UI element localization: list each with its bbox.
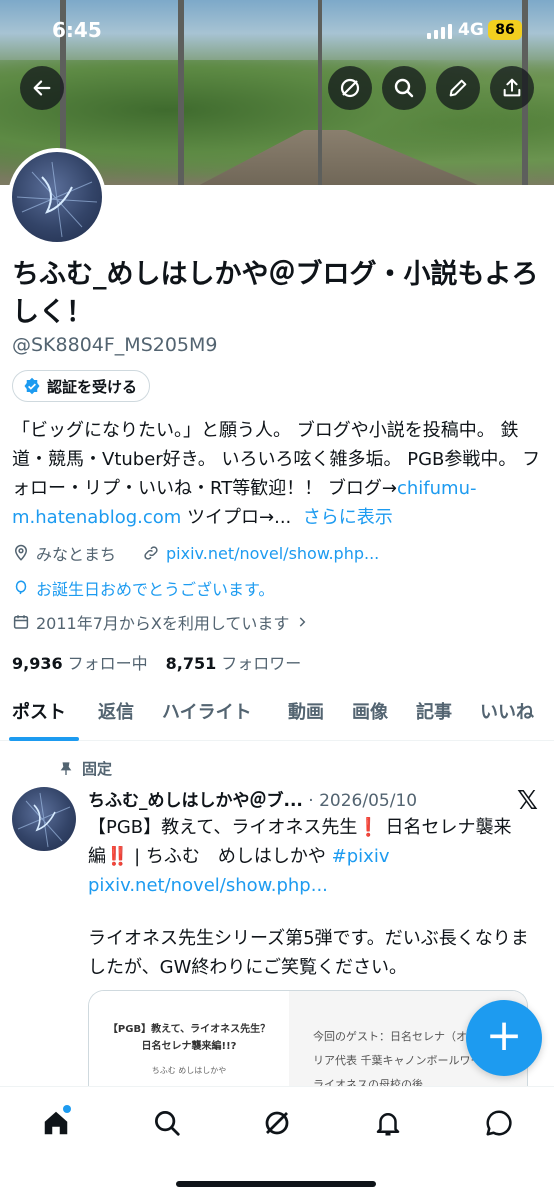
pinned-indicator: 固定 [58, 758, 112, 779]
card-author: ちふむ めしはしかや [151, 1066, 227, 1075]
post-body-after: | ちふむ めしはしかや [128, 846, 332, 867]
pin-icon [60, 761, 72, 775]
post-hashtag[interactable]: #pixiv [332, 846, 390, 867]
following-count: 9,936 [12, 654, 63, 673]
share-button[interactable] [490, 66, 534, 110]
x-logo-icon: 𝕏 [517, 786, 538, 816]
back-button[interactable] [20, 66, 64, 110]
post-link[interactable]: pixiv.net/novel/show.php... [88, 875, 328, 896]
nav-notifications[interactable] [370, 1105, 406, 1141]
double-exclamation-icon: ‼️ [106, 846, 129, 867]
tab-likes[interactable]: いいね [480, 698, 534, 724]
search-icon [394, 78, 414, 98]
post-header: ちふむ_めしはしかや＠ブ... · 2026/05/10 [88, 786, 508, 811]
calendar-icon [13, 615, 29, 629]
display-name: ちふむ_めしはしかや＠ブログ・小説もよろしく！ [12, 259, 539, 328]
active-tab-indicator [9, 737, 79, 741]
exclamation-icon: ❗ [357, 817, 380, 838]
tab-highlights[interactable]: ハイライト [162, 698, 252, 724]
joined-row[interactable]: 2011年7月からXを利用しています [12, 610, 309, 634]
edit-button[interactable] [436, 66, 480, 110]
avatar-art [17, 792, 71, 848]
profile-bio: 「ビッグになりたい。」と願う人。 ブログや小説を投稿中。 鉄道・競馬・Vtube… [12, 416, 544, 532]
nav-messages[interactable] [481, 1105, 517, 1141]
nav-home[interactable] [38, 1105, 74, 1141]
profile-tabs: ポスト 返信 ハイライト 動画 画像 記事 いいね [0, 690, 554, 741]
nav-grok[interactable] [259, 1105, 295, 1141]
grok-icon [265, 1111, 289, 1135]
profile-avatar[interactable] [8, 148, 106, 246]
profile-meta-row: みなとまち pixiv.net/novel/show.php... [12, 541, 379, 565]
tab-replies[interactable]: 返信 [98, 698, 134, 724]
nav-search[interactable] [149, 1105, 185, 1141]
share-icon [503, 78, 521, 97]
home-indicator [176, 1181, 376, 1187]
location-text: みなとまち [36, 545, 117, 564]
post-avatar[interactable] [12, 787, 76, 851]
card-title: 【PGB】教えて、ライオネス先生？ 日名セレナ襲来編!!? [107, 1024, 271, 1052]
back-arrow-icon [33, 80, 51, 96]
post-text: 【PGB】教えて、ライオネス先生❗ 日名セレナ襲来編‼️ | ちふむ めしはしか… [88, 813, 540, 900]
following-label: フォロー中 [67, 654, 148, 673]
post-author[interactable]: ちふむ_めしはしかや＠ブ... [88, 791, 303, 811]
pinned-label: 固定 [82, 760, 113, 778]
tab-posts[interactable]: ポスト [12, 698, 66, 724]
status-time: 6:45 [52, 18, 102, 42]
link-icon [144, 546, 158, 560]
get-verified-button[interactable]: 認証を受ける [12, 370, 151, 402]
signal-icon [427, 24, 452, 39]
website-link[interactable]: pixiv.net/novel/show.php... [166, 544, 379, 563]
followers-label: フォロワー [221, 654, 302, 673]
follow-stats: 9,936 フォロー中 8,751 フォロワー [12, 650, 301, 674]
tab-videos[interactable]: 動画 [288, 698, 324, 724]
verified-badge-icon [24, 377, 40, 395]
tab-articles[interactable]: 記事 [416, 698, 452, 724]
avatar-art [16, 161, 98, 238]
status-bar: 6:45 4G 86 [0, 0, 554, 58]
location-icon [14, 544, 28, 561]
bio-tail: ツイプロ→... [181, 507, 292, 528]
network-type: 4G [458, 20, 484, 40]
notification-dot [63, 1105, 71, 1113]
message-icon [486, 1110, 512, 1136]
bell-icon [376, 1113, 400, 1136]
link-card-cover: 【PGB】教えて、ライオネス先生？ 日名セレナ襲来編!!? ちふむ めしはしかや [89, 991, 289, 1090]
balloon-icon [15, 580, 27, 595]
following-stat[interactable]: 9,936 フォロー中 [12, 650, 148, 674]
followers-stat[interactable]: 8,751 フォロワー [166, 650, 302, 674]
compose-button[interactable]: + [466, 1000, 542, 1076]
tab-images[interactable]: 画像 [352, 698, 388, 724]
post-text-2: ライオネス先生シリーズ第5弾です。だいぶ長くなりましたが、GW終わりにご笑覧くだ… [88, 928, 529, 978]
post-date[interactable]: · 2026/05/10 [308, 791, 417, 811]
followers-count: 8,751 [165, 654, 217, 673]
battery-indicator: 86 [488, 20, 522, 40]
joined-text: 2011年7月からXを利用しています [36, 614, 290, 633]
search-icon [155, 1111, 180, 1136]
edit-icon [449, 79, 467, 97]
profile-handle: @SK8804F_MS205M9 [12, 334, 218, 356]
show-more-link[interactable]: さらに表示 [303, 507, 393, 528]
chevron-right-icon [300, 617, 306, 627]
post-body-prefix: 【PGB】教えて、ライオネス先生 [88, 817, 358, 838]
get-verified-label: 認証を受ける [47, 377, 138, 396]
search-button[interactable] [382, 66, 426, 110]
link-card[interactable]: 【PGB】教えて、ライオネス先生？ 日名セレナ襲来編!!? ちふむ めしはしかや… [88, 990, 528, 1090]
birthday-row: お誕生日おめでとうございます。 [12, 576, 274, 600]
grok-icon [340, 78, 360, 98]
birthday-text[interactable]: お誕生日おめでとうございます。 [36, 576, 274, 600]
grok-button[interactable] [328, 66, 372, 110]
